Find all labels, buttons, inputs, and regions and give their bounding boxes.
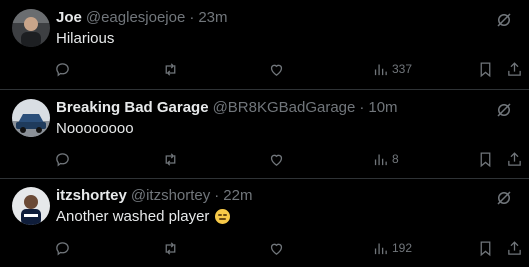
share-icon bbox=[508, 151, 521, 166]
views-count: 8 bbox=[392, 152, 399, 166]
retweet-icon bbox=[165, 62, 176, 76]
joe-avatar-image bbox=[12, 9, 50, 47]
tweet-header: Joe @eaglesjoejoe · 23m bbox=[56, 9, 228, 29]
reply-button[interactable] bbox=[54, 149, 71, 169]
tweet-header: Breaking Bad Garage @BR8KGBadGarage · 10… bbox=[56, 99, 398, 119]
reply-button[interactable] bbox=[54, 59, 71, 79]
reply-icon bbox=[56, 241, 69, 255]
views-count: 192 bbox=[392, 241, 413, 255]
views-icon bbox=[374, 243, 387, 254]
like-icon bbox=[270, 243, 283, 255]
tweet-actions: 8 bbox=[0, 149, 529, 169]
tweet-feed: Joe @eaglesjoejoe · 23m Hilarious 337 Br… bbox=[0, 0, 529, 267]
tweet-breaking-bad-garage[interactable]: Breaking Bad Garage @BR8KGBadGarage · 10… bbox=[0, 99, 529, 179]
display-name[interactable]: itzshortey bbox=[56, 187, 127, 204]
grok-icon[interactable] bbox=[495, 101, 513, 119]
bookmark-icon bbox=[480, 61, 491, 77]
reply-icon bbox=[56, 62, 69, 76]
timestamp[interactable]: 10m bbox=[368, 99, 397, 116]
tweet-joe[interactable]: Joe @eaglesjoejoe · 23m Hilarious 337 bbox=[0, 9, 529, 89]
tweet-divider bbox=[0, 178, 529, 179]
grok-icon[interactable] bbox=[495, 189, 513, 207]
timestamp[interactable]: 22m bbox=[223, 187, 252, 204]
tweet-text-content: Noooooooo bbox=[56, 120, 134, 137]
display-name[interactable]: Breaking Bad Garage bbox=[56, 99, 209, 116]
separator-dot: · bbox=[214, 187, 220, 204]
bookmark-icon bbox=[480, 151, 491, 167]
avatar[interactable] bbox=[12, 99, 50, 137]
views-button[interactable]: 337 bbox=[372, 59, 412, 79]
share-button[interactable] bbox=[506, 238, 523, 258]
share-icon bbox=[508, 240, 521, 255]
tweet-text-content: Hilarious bbox=[56, 30, 115, 47]
bookmark-button[interactable] bbox=[477, 238, 494, 258]
car-avatar-image bbox=[12, 99, 50, 137]
retweet-icon bbox=[165, 241, 176, 255]
like-button[interactable] bbox=[268, 149, 285, 169]
reply-icon bbox=[56, 152, 69, 166]
share-button[interactable] bbox=[506, 59, 523, 79]
display-name[interactable]: Joe bbox=[56, 9, 82, 26]
tweet-text: Hilarious bbox=[56, 30, 114, 47]
user-handle[interactable]: @itzshortey bbox=[131, 187, 210, 204]
grok-icon[interactable] bbox=[495, 11, 513, 29]
share-button[interactable] bbox=[506, 149, 523, 169]
tweet-text: Another washed player bbox=[56, 208, 231, 225]
tweet-text: Noooooooo bbox=[56, 120, 134, 137]
retweet-button[interactable] bbox=[162, 238, 179, 258]
retweet-icon bbox=[165, 152, 176, 166]
separator-dot: · bbox=[359, 99, 365, 116]
tweet-header: itzshortey @itzshortey · 22m bbox=[56, 187, 252, 207]
avatar[interactable] bbox=[12, 187, 50, 225]
views-icon bbox=[374, 64, 387, 75]
user-handle[interactable]: @eaglesjoejoe bbox=[86, 9, 185, 26]
tweet-actions: 192 bbox=[0, 238, 529, 258]
shortey-avatar-image bbox=[12, 187, 50, 225]
tweet-text-content: Another washed player bbox=[56, 208, 210, 225]
tweet-itzshortey[interactable]: itzshortey @itzshortey · 22m Another was… bbox=[0, 187, 529, 267]
expressionless-face-emoji bbox=[215, 209, 231, 224]
separator-dot: · bbox=[189, 9, 195, 26]
tweet-divider bbox=[0, 89, 529, 90]
tweet-actions: 337 bbox=[0, 59, 529, 79]
like-button[interactable] bbox=[268, 59, 285, 79]
timestamp[interactable]: 23m bbox=[198, 9, 227, 26]
bookmark-button[interactable] bbox=[477, 149, 494, 169]
reply-button[interactable] bbox=[54, 238, 71, 258]
views-button[interactable]: 192 bbox=[372, 238, 412, 258]
user-handle[interactable]: @BR8KGBadGarage bbox=[213, 99, 356, 116]
like-button[interactable] bbox=[268, 238, 285, 258]
like-icon bbox=[270, 154, 283, 166]
bookmark-icon bbox=[480, 240, 491, 256]
views-button[interactable]: 8 bbox=[372, 149, 399, 169]
bookmark-button[interactable] bbox=[477, 59, 494, 79]
views-count: 337 bbox=[392, 62, 413, 76]
share-icon bbox=[508, 61, 521, 76]
like-icon bbox=[270, 64, 283, 76]
avatar[interactable] bbox=[12, 9, 50, 47]
views-icon bbox=[374, 154, 387, 165]
retweet-button[interactable] bbox=[162, 149, 179, 169]
retweet-button[interactable] bbox=[162, 59, 179, 79]
